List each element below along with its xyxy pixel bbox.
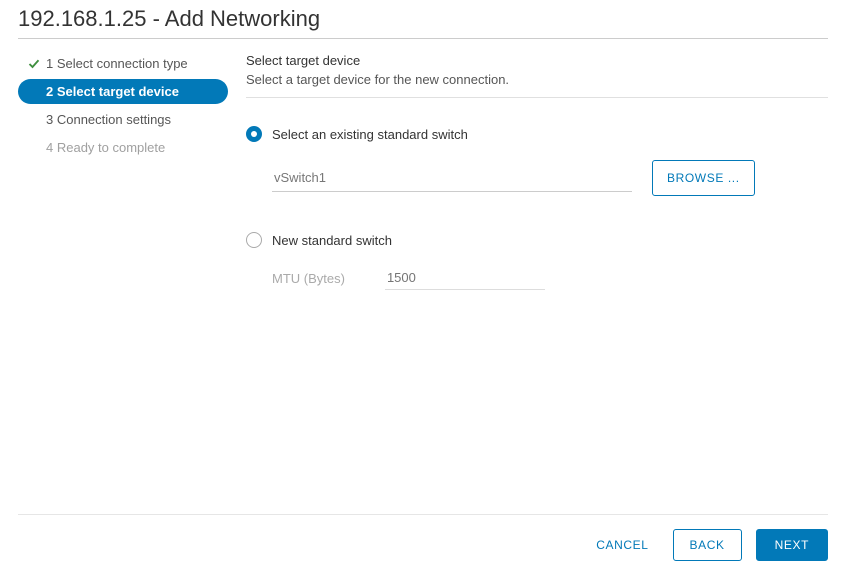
radio-label: Select an existing standard switch <box>272 127 468 142</box>
next-button[interactable]: NEXT <box>756 529 828 561</box>
radio-new-switch[interactable]: New standard switch <box>246 232 828 248</box>
wizard-sidebar: 1 Select connection type 2 Select target… <box>18 51 228 290</box>
footer-divider <box>18 514 828 515</box>
switch-name-input[interactable] <box>272 164 632 192</box>
wizard-step-connection-type[interactable]: 1 Select connection type <box>18 51 228 76</box>
main-content: Select target device Select a target dev… <box>246 51 828 290</box>
wizard-step-connection-settings[interactable]: 3 Connection settings <box>18 107 228 132</box>
radio-label: New standard switch <box>272 233 392 248</box>
radio-icon <box>246 126 262 142</box>
radio-existing-switch[interactable]: Select an existing standard switch <box>246 126 828 142</box>
wizard-step-label: 1 Select connection type <box>46 56 188 71</box>
mtu-input <box>385 266 545 290</box>
footer-actions: CANCEL BACK NEXT <box>586 529 828 561</box>
wizard-step-label: 2 Select target device <box>46 84 179 99</box>
section-subtitle: Select a target device for the new conne… <box>246 72 828 87</box>
checkmark-icon <box>26 58 42 70</box>
radio-icon <box>246 232 262 248</box>
wizard-step-target-device[interactable]: 2 Select target device <box>18 79 228 104</box>
cancel-button[interactable]: CANCEL <box>586 530 658 560</box>
wizard-step-ready-complete: 4 Ready to complete <box>18 135 228 160</box>
back-button[interactable]: BACK <box>673 529 742 561</box>
wizard-step-label: 3 Connection settings <box>46 112 171 127</box>
wizard-step-label: 4 Ready to complete <box>46 140 165 155</box>
section-title: Select target device <box>246 53 828 68</box>
divider <box>246 97 828 98</box>
browse-button[interactable]: BROWSE ... <box>652 160 755 196</box>
page-title: 192.168.1.25 - Add Networking <box>18 6 828 39</box>
mtu-label: MTU (Bytes) <box>272 271 345 286</box>
